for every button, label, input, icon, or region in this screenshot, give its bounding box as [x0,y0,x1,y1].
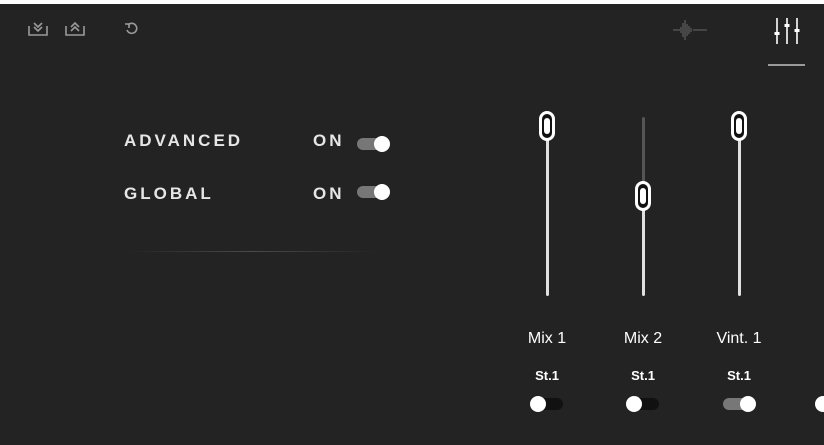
fader-track-inactive [641,117,645,187]
global-label: GLOBAL [124,184,214,203]
fader-handle[interactable] [635,180,651,211]
advanced-toggle[interactable] [357,136,390,152]
mixer-panel: ADVANCED ON GLOBAL ON Mix 1 St.1 Mix 2 St.1… [0,4,824,445]
channel-stereo-label: St.1 [631,368,655,383]
toggle-knob [374,136,390,152]
download-preset-icon[interactable] [27,18,49,40]
fader-track-active [737,127,741,296]
advanced-state: ON [313,131,345,150]
channel-toggle[interactable] [626,396,659,412]
fader-track-active [641,196,645,296]
waveform-icon[interactable] [672,19,708,41]
toggle-knob [815,396,824,412]
channel-name: Mix 2 [623,330,663,347]
toggle-knob [374,184,390,200]
fader-track-active [545,127,549,296]
global-state: ON [313,184,345,203]
channel-stereo-label: St.1 [535,368,559,383]
active-tab-indicator [768,64,805,66]
toggle-knob [530,396,546,412]
advanced-label: ADVANCED [124,131,244,150]
upload-preset-icon[interactable] [64,18,86,40]
mixer-sliders-icon[interactable] [773,16,801,46]
fader-handle[interactable] [731,111,747,141]
global-toggle[interactable] [357,184,390,200]
toggle-knob [740,396,756,412]
channel-toggle[interactable] [723,396,756,412]
channel-stereo-label: S [797,368,824,383]
channel-toggle[interactable] [815,396,824,412]
toggle-knob [626,396,642,412]
divider [127,251,377,252]
channel-name: Vint. 1 [716,330,762,347]
fader-handle[interactable] [539,111,555,141]
channel-stereo-label: St.1 [727,368,751,383]
undo-icon[interactable] [124,21,140,37]
channel-name: Vi [797,330,824,348]
channel-name: Mix 1 [527,330,567,347]
channel-toggle[interactable] [530,396,563,412]
